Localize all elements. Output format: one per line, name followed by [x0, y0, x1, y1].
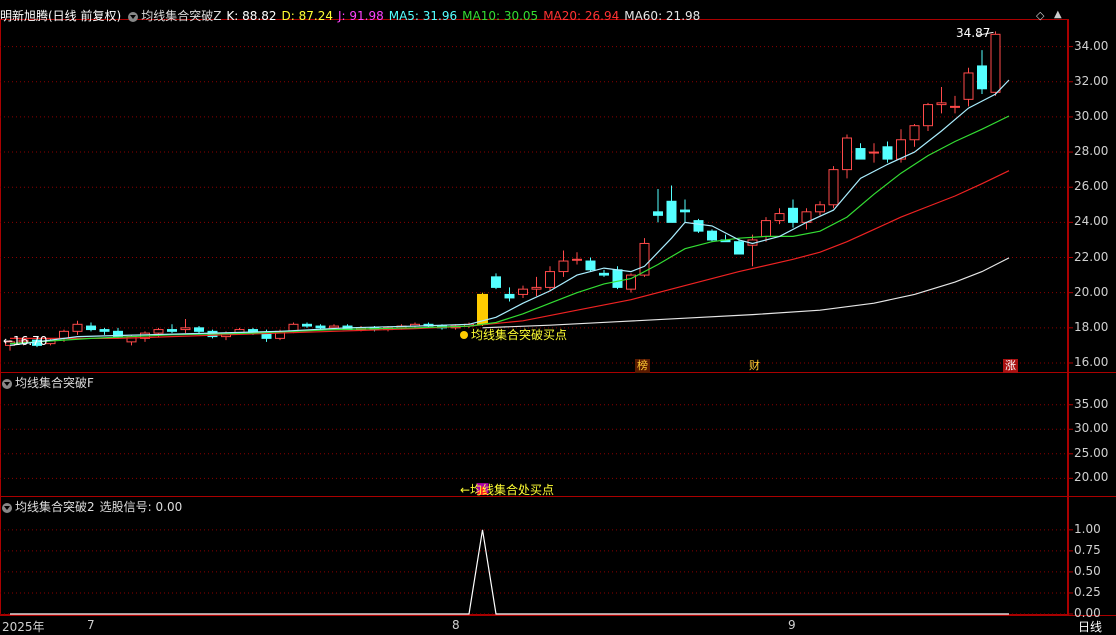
candle-down — [302, 323, 312, 327]
period-label[interactable]: 日线 — [1078, 618, 1102, 635]
x-label-september: 9 — [788, 618, 796, 632]
candle-down — [693, 220, 704, 232]
selection-signal: 选股信号: 0.00 — [99, 500, 183, 514]
y-tick-label: 1.00 — [1074, 521, 1101, 536]
badge-cai[interactable]: 财 — [747, 359, 762, 373]
candle-up — [153, 329, 164, 334]
candle-down — [734, 241, 744, 255]
sub1-indicator-name[interactable]: 均线集合突破F — [15, 376, 94, 390]
candle-up — [558, 260, 569, 273]
ma20-value: MA20: 26.94 — [543, 9, 620, 23]
candle-up — [72, 323, 83, 332]
y-tick-label: 32.00 — [1074, 73, 1109, 88]
candle-down — [599, 272, 609, 276]
sub-buy-point-label: ←均线集合处买点 — [460, 483, 555, 497]
indicator-menu-icon[interactable] — [128, 11, 139, 22]
candle-up — [828, 169, 839, 206]
x-label-july: 7 — [87, 618, 95, 632]
candle-down — [612, 269, 623, 288]
candle-down — [585, 260, 596, 271]
indicator-name[interactable]: 均线集合突破Z — [141, 9, 221, 23]
candle-up — [950, 105, 960, 108]
high-price-label: 34.87 — [956, 26, 991, 40]
candle-down — [194, 327, 204, 332]
candle-up — [963, 72, 974, 100]
sub1-menu-icon[interactable] — [2, 378, 12, 389]
candle-down — [680, 209, 690, 213]
badge-bang[interactable]: 榜 — [635, 359, 650, 373]
candle-up — [59, 330, 69, 339]
buy-point-label: 均线集合突破买点 — [460, 326, 567, 343]
low-price-label: ←16.70 — [3, 334, 48, 348]
badge-zhang[interactable]: 涨 — [1003, 359, 1018, 373]
y-tick-label: 22.00 — [1074, 249, 1109, 264]
candle-down — [167, 329, 177, 332]
sub2-panel-header: 均线集合突破2 选股信号: 0.00 — [0, 498, 187, 516]
y-tick-label: 18.00 — [1074, 319, 1109, 334]
candle-up — [936, 102, 947, 106]
x-label-year: 2025年 — [2, 620, 45, 634]
ma5-value: MA5: 31.96 — [388, 9, 458, 23]
candle-down — [653, 211, 663, 216]
y-tick-label: 16.00 — [1074, 354, 1109, 369]
candle-up — [518, 288, 528, 295]
main-panel-header: 明新旭腾(日线 前复权) 均线集合突破Z K: 88.82 D: 87.24 J: 91… — [0, 7, 705, 25]
candle-up — [774, 213, 785, 222]
candle-up — [869, 151, 879, 154]
candle-up — [572, 258, 582, 261]
candle-up — [761, 220, 771, 237]
candle-down — [666, 200, 677, 223]
x-label-august: 8 — [452, 618, 460, 632]
candle-down — [977, 65, 987, 90]
ma10-value: MA10: 30.05 — [462, 9, 539, 23]
y-tick-label: 28.00 — [1074, 144, 1109, 159]
stock-title: 明新旭腾(日线 前复权) — [0, 9, 122, 23]
candle-up — [923, 104, 933, 127]
j-value: J: 91.98 — [337, 9, 384, 23]
top-toolbar-strip — [0, 0, 1116, 5]
y-tick-label: 0.50 — [1074, 563, 1101, 578]
y-tick-label: 35.00 — [1074, 396, 1109, 411]
chart-frame — [0, 19, 1068, 615]
candle-down — [788, 207, 798, 223]
hand-pointer-icon — [460, 331, 468, 339]
candle-up — [990, 33, 1001, 93]
ma60-value: MA60: 21.98 — [624, 9, 701, 23]
y-tick-label: 0.75 — [1074, 542, 1101, 557]
d-value: D: 87.24 — [281, 9, 333, 23]
y-tick-label: 25.00 — [1074, 445, 1109, 460]
stock-chart-canvas[interactable] — [0, 0, 1116, 635]
y-tick-label: 30.00 — [1074, 421, 1109, 436]
candle-up — [531, 286, 542, 290]
y-tick-label: 0.25 — [1074, 584, 1101, 599]
candle-down — [315, 325, 326, 329]
sub2-indicator-name[interactable]: 均线集合突破2 — [15, 500, 95, 514]
candle-down — [707, 230, 717, 241]
k-value: K: 88.82 — [226, 9, 277, 23]
diamond-icon[interactable]: ◇ — [1036, 9, 1044, 22]
ma20-line — [10, 170, 1010, 339]
y-tick-label: 34.00 — [1074, 38, 1109, 53]
candle-down — [86, 325, 96, 331]
candle-up — [180, 327, 191, 331]
y-tick-label: 26.00 — [1074, 179, 1109, 194]
candle-up — [815, 204, 825, 213]
candle-down — [882, 146, 893, 160]
collapse-arrow-icon[interactable]: ▲ — [1054, 9, 1062, 20]
sub2-menu-icon[interactable] — [2, 502, 12, 513]
candle-up — [329, 325, 339, 329]
candle-down — [855, 148, 866, 160]
candle-up — [545, 271, 555, 288]
y-tick-label: 30.00 — [1074, 108, 1109, 123]
y-tick-label: 20.00 — [1074, 470, 1109, 485]
y-tick-label: 20.00 — [1074, 284, 1109, 299]
sub1-panel-header: 均线集合突破F — [0, 374, 99, 392]
sub2-signal-line — [10, 529, 1009, 615]
candle-down — [504, 293, 515, 299]
y-tick-label: 24.00 — [1074, 214, 1109, 229]
candle-up — [909, 125, 920, 141]
candle-down — [99, 329, 110, 332]
candle-up — [842, 137, 852, 171]
candle-down — [491, 276, 501, 288]
